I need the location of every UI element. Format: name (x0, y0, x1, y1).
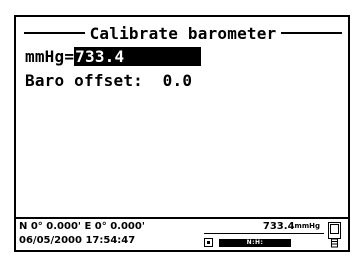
offset-value[interactable]: 0.0 (163, 71, 193, 90)
battery-icon (204, 238, 213, 247)
baro-value-input[interactable]: 733.4 (74, 47, 202, 66)
baro-field-label: mmHg= (25, 47, 75, 66)
screen-title-bar: Calibrate barometer (24, 23, 343, 43)
offset-label: Baro offset: (25, 71, 143, 90)
readout-divider (204, 233, 324, 234)
baro-readout-value: 733.4 (262, 221, 295, 232)
baro-readout-unit: mmHg (294, 222, 320, 230)
device-screen: Calibrate barometer mmHg=733.4 Baro offs… (14, 15, 350, 252)
baro-readout: 733.4mmHg (232, 221, 320, 232)
title-rule-right (281, 32, 343, 34)
datetime: 06/05/2000 17:54:47 (19, 235, 136, 246)
baro-field-row[interactable]: mmHg=733.4 (25, 47, 202, 66)
device-icon (328, 222, 341, 248)
title-rule-left (24, 32, 85, 34)
status-bar: N 0° 0.000' E 0° 0.000' 06/05/2000 17:54… (16, 217, 348, 252)
level-bar: N:H: (219, 239, 291, 247)
offset-field-row[interactable]: Baro offset: 0.0 (25, 71, 192, 90)
screen-title: Calibrate barometer (89, 23, 277, 43)
gps-coordinates: N 0° 0.000' E 0° 0.000' (19, 221, 145, 232)
